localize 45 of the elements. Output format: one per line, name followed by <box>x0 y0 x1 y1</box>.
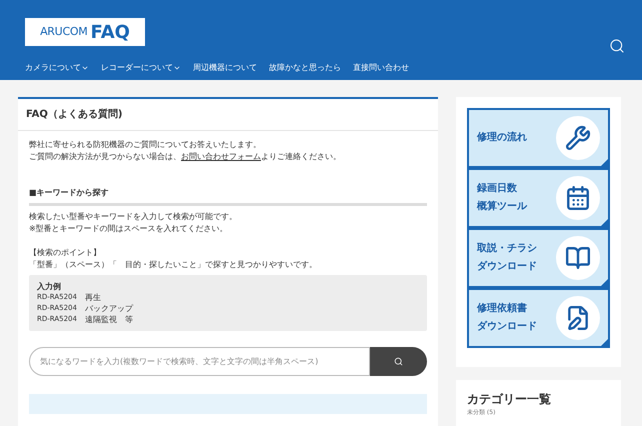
banner-link[interactable]: 修理依頼書 ダウンロード <box>467 288 610 348</box>
example-title: 入力例 <box>37 281 62 292</box>
banner-label: 修理依頼書 <box>477 302 528 316</box>
logo-faq: FAQ <box>90 20 130 44</box>
points-text: 「型番」（スペース）「 目的・探したいこと」で探すと見つかりやすいです。 <box>29 259 318 271</box>
points-heading: 【検索のポイント】 <box>29 247 102 259</box>
corner-triangle-icon <box>601 159 608 166</box>
chevron-icon <box>173 64 181 72</box>
book-icon <box>565 245 591 271</box>
banner-label: 取説・チラシ <box>477 242 537 256</box>
wrench-icon <box>565 125 591 151</box>
banner-label: 録画日数 <box>477 182 518 196</box>
description-text: 検索したい型番やキーワードを入力して検索が可能です。 <box>29 211 238 223</box>
calendar-icon <box>565 185 591 211</box>
example-keyword: 再生 <box>84 292 101 303</box>
banner-link[interactable]: 取説・チラシ ダウンロード <box>467 228 610 288</box>
category-title: カテゴリー一覧 <box>467 391 552 408</box>
corner-triangle-icon <box>601 339 608 346</box>
search-icon <box>394 357 403 366</box>
nav-link[interactable]: 直接問い合わせ <box>353 62 409 74</box>
chevron-icon <box>81 64 89 72</box>
corner-triangle-icon <box>601 219 608 226</box>
intro-paragraph: 弊社に寄せられる防犯機器のご質問についてお答えいたします。 ご質問の解決方法が見つからない場合は、お問い合わせフォームよりご連絡ください。 <box>29 139 342 163</box>
banner-label: 修理の流れ <box>477 130 527 145</box>
banner-link[interactable]: 録画日数 概算ツール <box>467 168 610 228</box>
search-icon[interactable] <box>609 38 625 54</box>
document-pen-icon <box>565 305 591 331</box>
example-keyword: 遠隔監視 等 <box>84 314 133 325</box>
banner-label: ダウンロード <box>477 260 537 274</box>
description-text: ※型番とキーワードの間はスペースを入れてください。 <box>29 223 229 235</box>
example-keyword: バックアップ <box>84 303 133 314</box>
nav-link[interactable]: レコーダーについて <box>101 62 181 74</box>
logo-brand: ARUCOM <box>40 24 88 40</box>
banner-label: ダウンロード <box>477 320 537 334</box>
nav-link[interactable]: カメラについて <box>25 62 89 74</box>
banner-link[interactable]: 修理の流れ <box>467 108 610 168</box>
corner-triangle-icon <box>601 279 608 286</box>
section-heading: ■キーワードから探す <box>29 187 110 199</box>
search-field[interactable]: 気になるワードを入力(複数ワードで検索時、文字と文字の間は半角スペース) <box>29 347 370 376</box>
banner-label: 概算ツール <box>477 200 527 214</box>
nav-link[interactable]: 故障かなと思ったら <box>269 62 341 74</box>
nav-link[interactable]: 周辺機器について <box>193 62 257 74</box>
contact-form-link[interactable]: お問い合わせフォーム <box>181 152 261 161</box>
search-button[interactable] <box>370 347 427 376</box>
page-title: FAQ（よくある質問) <box>26 108 124 122</box>
